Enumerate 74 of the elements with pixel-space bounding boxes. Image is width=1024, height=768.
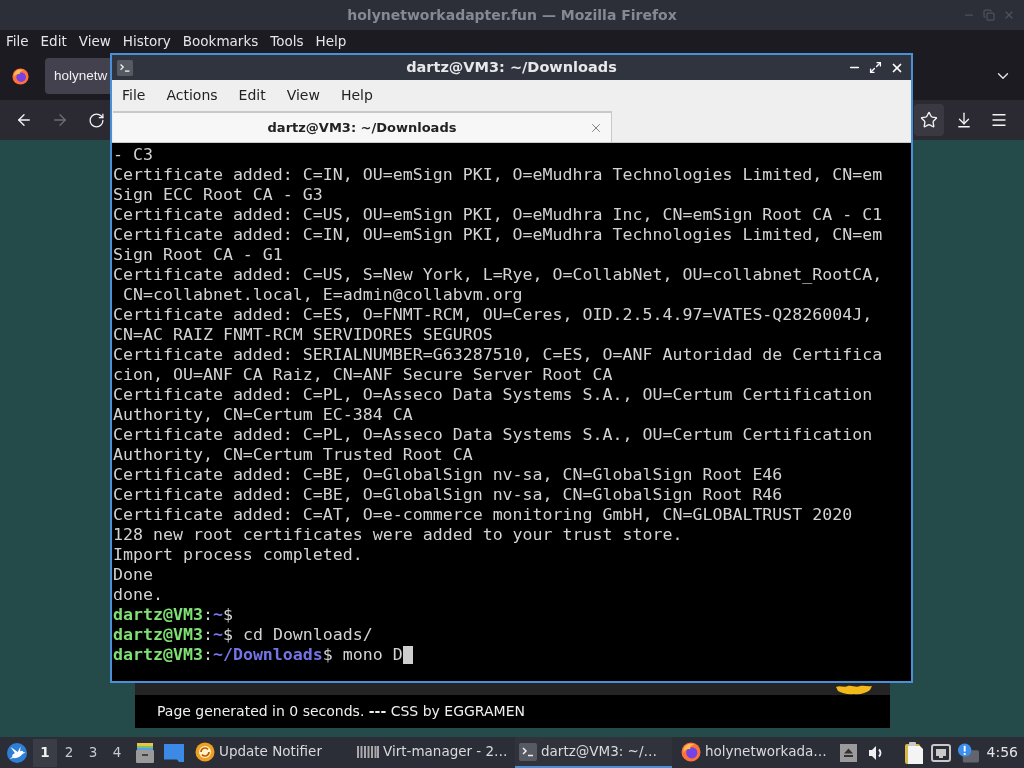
clock: 4:56 xyxy=(986,743,1018,762)
network-icon[interactable] xyxy=(930,743,951,762)
prompt-line: dartz@VM3:~$ xyxy=(113,605,233,625)
menu-item[interactable]: Edit xyxy=(238,84,266,106)
terminal-line: Sign Root CA - G1 xyxy=(113,245,283,265)
refresh-icon xyxy=(195,741,215,762)
bookmark-button[interactable] xyxy=(914,104,944,136)
reload-icon xyxy=(87,111,105,129)
terminal-line: Sign ECC Root CA - G3 xyxy=(113,185,323,205)
terminal-line: Certificate added: C=PL, O=Asseco Data Systems S.A., OU=Certum Certification xyxy=(113,425,873,445)
forward-arrow-icon xyxy=(51,111,69,129)
terminal-line: Certificate added: C=PL, O=Asseco Data Systems S.A., OU=Certum Certification xyxy=(113,385,873,405)
terminal-line: Import process completed. xyxy=(113,545,363,565)
menu-item[interactable]: Help xyxy=(340,84,373,106)
menu-icon xyxy=(990,111,1008,129)
eject-icon[interactable] xyxy=(839,743,857,762)
terminal-icon xyxy=(117,59,133,76)
menu-item[interactable]: Tools xyxy=(270,31,304,51)
taskbar-button[interactable]: Virt-manager - 2… xyxy=(353,737,510,768)
terminal-line: Certificate added: C=BE, O=GlobalSign nv-sa, CN=GlobalSign Root E46 xyxy=(113,465,783,485)
terminal-icon xyxy=(519,742,537,761)
workspace-button[interactable]: 2 xyxy=(57,738,81,767)
menu-item[interactable]: Bookmarks xyxy=(182,31,259,51)
star-icon xyxy=(920,111,938,129)
terminal-line: Certificate added: C=IN, OU=emSign PKI, O=eMudhra Technologies Limited, CN=em xyxy=(113,165,883,185)
taskbar-button[interactable]: Update Notifier xyxy=(191,737,348,768)
terminal-line: cion, OU=ANF CA Raiz, CN=ANF Secure Server Root CA xyxy=(113,365,613,385)
terminal-line: CN=AC RAIZ FNMT-RCM SERVIDORES SEGUROS xyxy=(113,325,493,345)
workspace-button[interactable]: 1 xyxy=(33,738,57,767)
terminal-line: Certificate added: C=US, S=New York, L=Rye, O=CollabNet, OU=collabnet_RootCA, xyxy=(113,265,883,285)
prompt-line: dartz@VM3:~$ cd Downloads/ xyxy=(113,625,373,645)
terminal-line: Certificate added: SERIALNUMBER=G63287510, C=ES, O=ANF Autoridad de Certifica xyxy=(113,345,883,365)
window-title: holynetworkadapter.fun — Mozilla Firefox xyxy=(347,5,677,25)
menu-item[interactable]: Edit xyxy=(40,31,67,51)
terminal-line: 128 new root certificates were added to your trust store. xyxy=(113,525,683,545)
striped-logo-icon xyxy=(357,745,379,758)
notification-icon[interactable] xyxy=(957,742,979,763)
clipboard-icon[interactable] xyxy=(904,741,923,764)
taskbar-button[interactable]: holynetworkada… xyxy=(677,737,834,768)
menu-item[interactable]: History xyxy=(122,31,171,51)
file-cabinet-icon[interactable] xyxy=(136,742,154,763)
window-title: dartz@VM3: ~/Downloads xyxy=(406,57,617,77)
terminal-line: Certificate added: C=BE, O=GlobalSign nv-sa, CN=GlobalSign Root R46 xyxy=(113,485,783,505)
window-icon[interactable] xyxy=(164,743,184,762)
terminal-line: Certificate added: C=US, OU=emSign PKI, O=eMudhra Inc, CN=emSign Root CA - C1 xyxy=(113,205,883,225)
terminal-line: - C3 xyxy=(113,145,153,165)
workspace-button[interactable]: 3 xyxy=(81,738,105,767)
menu-item[interactable]: View xyxy=(78,31,111,51)
maximize-icon[interactable] xyxy=(869,61,882,74)
footer-text: Page generated in 0 seconds. --- CSS by EGGRAMEN xyxy=(157,702,525,721)
taskbar-button[interactable]: dartz@VM3: ~/… xyxy=(515,737,672,768)
start-menu-button[interactable] xyxy=(6,742,27,763)
page-graphic xyxy=(834,685,874,695)
terminal-line: Done xyxy=(113,565,153,585)
menu-item[interactable]: File xyxy=(6,31,29,51)
menu-item[interactable]: File xyxy=(122,84,146,106)
terminal-line: Authority, CN=Certum Trusted Root CA xyxy=(113,445,473,465)
terminal-line: CN=collabnet.local, E=admin@collabvm.org xyxy=(122,285,523,305)
terminal-line: Certificate added: C=AT, O=e-commerce monitoring GmbH, CN=GLOBALTRUST 2020 xyxy=(113,505,853,525)
browser-icon xyxy=(681,741,701,762)
terminal-line: Certificate added: C=IN, OU=emSign PKI, O=eMudhra Technologies Limited, CN=em xyxy=(113,225,883,245)
bird-logo-icon xyxy=(6,742,27,763)
menu-item[interactable]: Help xyxy=(315,31,347,51)
browser-tab[interactable]: holynetw xyxy=(45,58,110,94)
terminal-line: Authority, CN=Certum EC-384 CA xyxy=(113,405,413,425)
terminal-line: Certificate added: C=ES, O=FNMT-RCM, OU=Ceres, OID.2.5.4.97=VATES-Q2826004J, xyxy=(113,305,873,325)
prompt-line: dartz@VM3:~/Downloads$ mono D xyxy=(113,645,403,665)
menu-item[interactable]: View xyxy=(286,84,320,106)
menu-item[interactable]: Actions xyxy=(166,84,218,106)
workspace-button[interactable]: 4 xyxy=(105,738,129,767)
terminal-tab[interactable]: dartz@VM3: ~/Downloads xyxy=(113,111,612,142)
terminal-line: done. xyxy=(113,585,163,605)
browser-icon xyxy=(11,67,29,85)
download-icon xyxy=(955,111,973,129)
